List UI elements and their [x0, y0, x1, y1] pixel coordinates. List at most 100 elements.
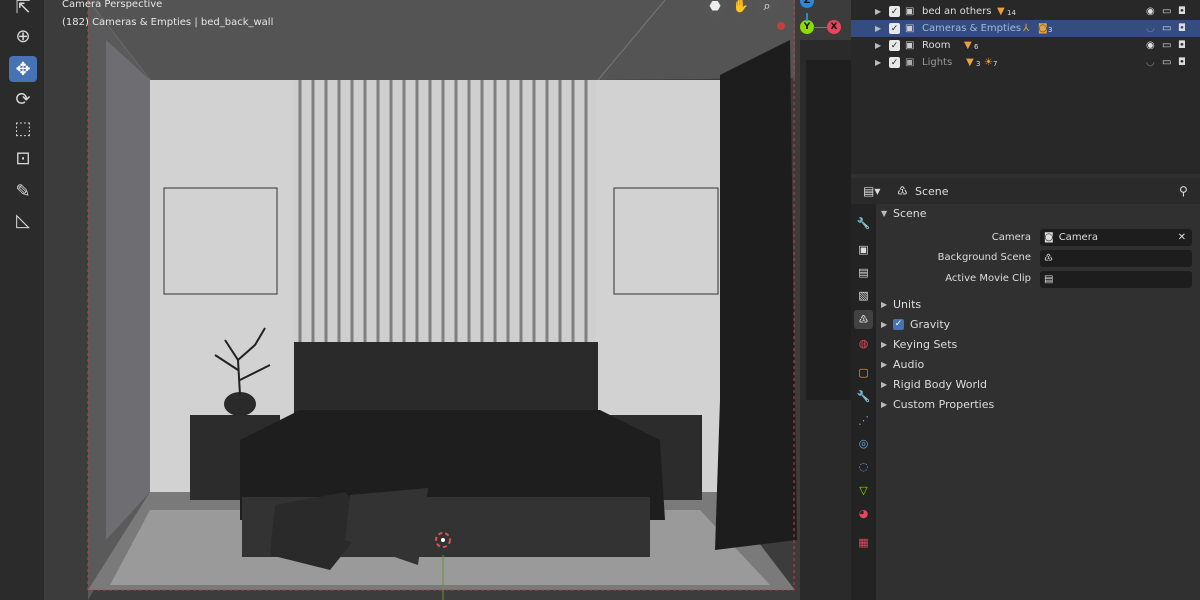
gravity-panel-header[interactable]: ▶ ✓ Gravity — [881, 315, 950, 333]
context-label: Scene — [915, 184, 949, 198]
render-camera-icon[interactable]: ◘ — [1178, 57, 1186, 68]
outliner-row-bed-an-others[interactable]: ▶ ✓ ▣ bed an others ▼ 14 ◉ ▭ ◘ — [851, 3, 1200, 20]
camera-object-icon: ◙ — [1038, 23, 1048, 34]
custom-properties-panel-header[interactable]: ▶ Custom Properties — [881, 395, 994, 413]
transform-tool-icon[interactable]: ⊡ — [9, 145, 37, 171]
camera-data-icon: ◙ — [1044, 232, 1054, 243]
rigid-body-world-panel-header[interactable]: ▶ Rigid Body World — [881, 375, 987, 393]
keying-sets-panel-header[interactable]: ▶ Keying Sets — [881, 335, 957, 353]
world-tab-icon[interactable]: ◍ — [854, 334, 873, 353]
data-tab-icon[interactable]: ▽ — [854, 481, 873, 500]
panel-title: Scene — [893, 206, 927, 220]
panel-expand-arrow-icon[interactable]: ▶ — [881, 380, 893, 389]
include-checkbox[interactable]: ✓ — [889, 57, 900, 68]
panel-title: Rigid Body World — [893, 377, 988, 391]
panel-expand-arrow-icon[interactable]: ▶ — [881, 320, 893, 329]
include-checkbox[interactable]: ✓ — [889, 6, 900, 17]
viewport-display-icon[interactable]: ▭ — [1162, 57, 1171, 68]
panel-collapse-arrow-icon[interactable]: ▼ — [881, 209, 893, 218]
measure-tool-icon[interactable]: ◺ — [9, 207, 37, 233]
scene-tab-icon[interactable]: ♳ — [854, 310, 873, 329]
outliner-row-lights[interactable]: ▶ ✓ ▣ Lights ▼ 3 ☀ 7 ◡ ▭ ◘ — [851, 54, 1200, 71]
collection-name: bed an others — [922, 6, 992, 17]
rotate-tool-icon[interactable]: ⟳ — [9, 86, 37, 112]
camera-value: Camera — [1058, 232, 1098, 243]
camera-field[interactable]: ◙ Camera ✕ — [1040, 229, 1192, 246]
collection-icon: ▣ — [905, 6, 915, 17]
units-panel-header[interactable]: ▶ Units — [881, 295, 921, 313]
empty-icon: ⅄ — [1023, 23, 1030, 34]
viewport-display-icon[interactable]: ▭ — [1162, 6, 1171, 17]
panel-expand-arrow-icon[interactable]: ▶ — [881, 340, 893, 349]
collection-icon: ▣ — [905, 57, 915, 68]
viewport-display-icon[interactable]: ▭ — [1162, 23, 1171, 34]
audio-panel-header[interactable]: ▶ Audio — [881, 355, 924, 373]
collection-name: Lights — [922, 57, 953, 68]
axis-x-icon[interactable]: X — [827, 20, 841, 34]
particles-tab-icon[interactable]: ⋰ — [854, 411, 873, 430]
editor-type-icon[interactable]: ▤▾ — [863, 184, 880, 198]
cursor-tool-icon[interactable]: ⊕ — [9, 23, 37, 49]
3d-viewport[interactable]: ⇱ ⊕ ✥ ⟳ ⬚ ⊡ ✎ ◺ Camera Perspective (182)… — [0, 0, 851, 600]
light-count-badge: 7 — [993, 60, 998, 68]
mesh-count-badge: 3 — [976, 60, 981, 68]
scene-panel-header[interactable]: ▼ Scene — [881, 204, 927, 222]
texture-tab-icon[interactable]: ▦ — [854, 533, 873, 552]
include-checkbox[interactable]: ✓ — [889, 40, 900, 51]
material-tab-icon[interactable]: ◕ — [854, 504, 873, 523]
visibility-eye-icon[interactable]: ◡ — [1146, 57, 1155, 68]
panel-title: Audio — [893, 357, 925, 371]
annotate-tool-icon[interactable]: ✎ — [9, 178, 37, 204]
render-camera-icon[interactable]: ◘ — [1178, 40, 1186, 51]
constraints-tab-icon[interactable]: ◌ — [854, 457, 873, 476]
modifier-tab-icon[interactable]: 🔧 — [854, 387, 873, 406]
render-camera-icon[interactable]: ◘ — [1178, 6, 1186, 17]
scene-render — [87, 0, 851, 600]
collection-icon: ▣ — [905, 40, 915, 51]
active-movie-clip-field[interactable]: ▤ — [1040, 271, 1192, 288]
mesh-count-icon: ▼ — [997, 6, 1005, 17]
scale-tool-icon[interactable]: ⬚ — [9, 115, 37, 141]
background-scene-label: Background Scene — [937, 252, 1031, 263]
visibility-eye-icon[interactable]: ◉ — [1146, 6, 1155, 17]
viewport-info: Camera Perspective (182) Cameras & Empti… — [62, 0, 273, 32]
axis-y-icon[interactable]: Y — [800, 20, 814, 34]
collection-name: Cameras & Empties — [922, 23, 1022, 34]
tool-tab-icon[interactable]: 🔧 — [854, 214, 873, 233]
outliner-row-cameras-empties[interactable]: ▶ ✓ ▣ Cameras & Empties ⅄ ◙ 3 ◡ ▭ ◘ — [851, 20, 1200, 37]
tool-shelf: ⇱ ⊕ ✥ ⟳ ⬚ ⊡ ✎ ◺ — [0, 0, 44, 600]
include-checkbox[interactable]: ✓ — [889, 23, 900, 34]
pin-icon[interactable]: ⚲ — [1179, 184, 1188, 198]
viewport-display-icon[interactable]: ▭ — [1162, 40, 1171, 51]
scene-context-icon: ♳ — [897, 184, 908, 198]
camera-label: Camera — [991, 232, 1031, 243]
move-tool-icon[interactable]: ✥ — [9, 56, 37, 82]
visibility-eye-icon[interactable]: ◡ — [1146, 23, 1155, 34]
mesh-count-badge: 14 — [1007, 9, 1016, 17]
panel-expand-arrow-icon[interactable]: ▶ — [881, 360, 893, 369]
expand-arrow-icon[interactable]: ▶ — [875, 7, 887, 16]
collection-name: Room — [922, 40, 951, 51]
view-layer-tab-icon[interactable]: ▧ — [854, 286, 873, 305]
panel-expand-arrow-icon[interactable]: ▶ — [881, 400, 893, 409]
visibility-eye-icon[interactable]: ◉ — [1146, 40, 1155, 51]
scene-data-icon: ♳ — [1044, 253, 1053, 264]
object-tab-icon[interactable]: ▢ — [854, 363, 873, 382]
select-tool-icon[interactable]: ⇱ — [9, 0, 37, 20]
background-scene-field[interactable]: ♳ — [1040, 250, 1192, 267]
axis-neg-x-icon[interactable] — [777, 22, 785, 30]
physics-tab-icon[interactable]: ◎ — [854, 434, 873, 453]
clear-field-icon[interactable]: ✕ — [1178, 232, 1186, 243]
panel-expand-arrow-icon[interactable]: ▶ — [881, 300, 893, 309]
render-camera-icon[interactable]: ◘ — [1178, 23, 1186, 34]
expand-arrow-icon[interactable]: ▶ — [875, 24, 887, 33]
scene-info-label: (182) Cameras & Empties | bed_back_wall — [62, 17, 274, 28]
outliner-panel: ▶ ✓ ▣ bed an others ▼ 14 ◉ ▭ ◘ ▶ ✓ ▣ Cam… — [851, 0, 1200, 174]
view-mode-label: Camera Perspective — [62, 0, 163, 10]
collection-icon: ▣ — [905, 23, 915, 34]
mesh-count-badge: 6 — [974, 43, 979, 51]
expand-arrow-icon[interactable]: ▶ — [875, 41, 887, 50]
gravity-checkbox[interactable]: ✓ — [893, 318, 904, 330]
outliner-row-room[interactable]: ▶ ✓ ▣ Room ▼ 6 ◉ ▭ ◘ — [851, 37, 1200, 54]
expand-arrow-icon[interactable]: ▶ — [875, 58, 887, 67]
